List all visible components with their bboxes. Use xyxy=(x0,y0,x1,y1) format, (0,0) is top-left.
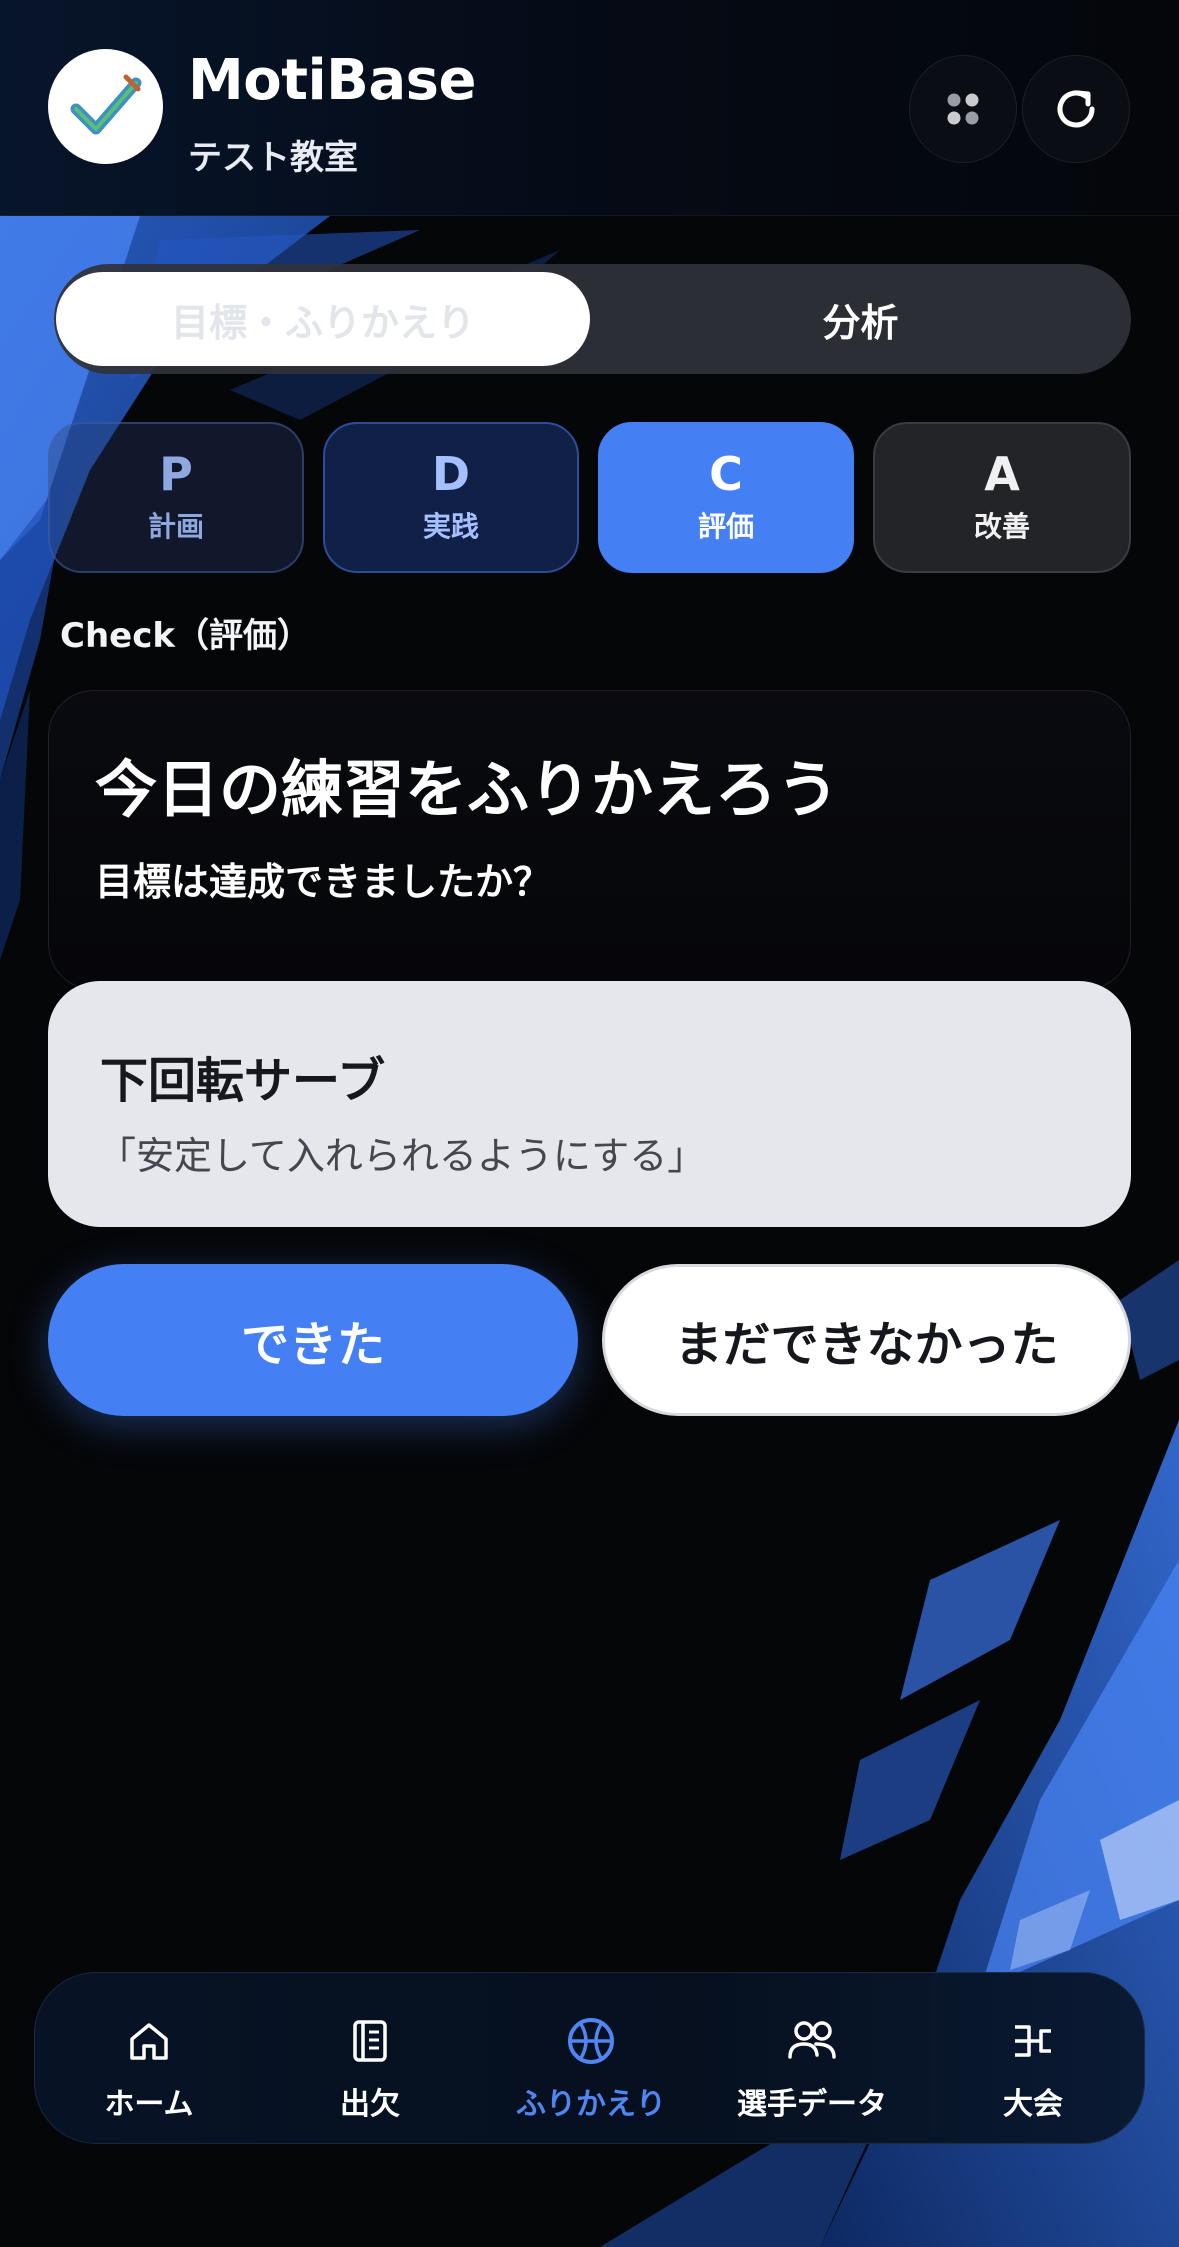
tab-analysis[interactable]: 分析 xyxy=(590,264,1131,374)
apps-grid-icon xyxy=(947,93,979,125)
goal-card: 下回転サーブ 「安定して入れられるようにする」 xyxy=(48,981,1131,1227)
pdca-step-check[interactable]: C 評価 xyxy=(598,422,854,573)
reflection-question-card: 今日の練習をふりかえろう 目標は達成できましたか？ xyxy=(48,690,1131,990)
bottom-navigation: ホーム 出欠 ふりかえり 選手データ 大会 xyxy=(34,1972,1145,2144)
pdca-step-plan[interactable]: P 計画 xyxy=(48,422,304,573)
nav-item-attendance[interactable]: 出欠 xyxy=(259,1973,481,2145)
nav-label: 大会 xyxy=(1003,2087,1063,2122)
not-achieved-button[interactable]: まだできなかった xyxy=(602,1264,1131,1416)
question-title: 今日の練習をふりかえろう xyxy=(95,753,840,826)
pdca-letter: C xyxy=(709,447,743,502)
users-icon xyxy=(786,2015,838,2067)
classroom-name: テスト教室 xyxy=(188,138,358,178)
nav-item-home[interactable]: ホーム xyxy=(38,1973,260,2145)
globe-icon xyxy=(565,2015,617,2067)
nav-item-player-data[interactable]: 選手データ xyxy=(701,1973,923,2145)
home-icon xyxy=(123,2015,175,2067)
mode-segmented-control: 目標・ふりかえり 分析 xyxy=(54,264,1131,374)
pdca-label: 改善 xyxy=(973,509,1030,543)
refresh-icon xyxy=(1057,90,1095,128)
nav-label: 出欠 xyxy=(340,2087,400,2122)
pdca-label: 実践 xyxy=(422,509,479,543)
pdca-step-do[interactable]: D 実践 xyxy=(323,422,579,573)
achieved-button[interactable]: できた xyxy=(48,1264,578,1416)
tab-goals-reflection[interactable]: 目標・ふりかえり xyxy=(56,272,590,366)
nav-item-tournament[interactable]: 大会 xyxy=(922,1973,1144,2145)
pdca-letter: A xyxy=(984,447,1020,502)
pdca-label: 評価 xyxy=(697,509,754,543)
nav-item-reflection[interactable]: ふりかえり xyxy=(480,1973,702,2145)
app-title: MotiBase xyxy=(188,48,476,113)
section-label: Check（評価） xyxy=(60,616,311,656)
notebook-icon xyxy=(344,2015,396,2067)
question-subtitle: 目標は達成できましたか？ xyxy=(95,860,552,904)
goal-title: 下回転サーブ xyxy=(100,1053,386,1109)
goal-description: 「安定して入れられるようにする」 xyxy=(98,1134,706,1178)
checkmark-logo-icon xyxy=(48,49,163,164)
apps-menu-button[interactable] xyxy=(909,55,1017,163)
pdca-label: 計画 xyxy=(147,509,204,543)
bracket-icon xyxy=(1007,2015,1059,2067)
refresh-button[interactable] xyxy=(1022,55,1130,163)
pdca-letter: P xyxy=(159,447,193,502)
nav-label: ふりかえり xyxy=(516,2087,666,2122)
pdca-step-act[interactable]: A 改善 xyxy=(873,422,1131,573)
nav-label: 選手データ xyxy=(737,2087,887,2122)
app-header: MotiBase テスト教室 xyxy=(0,0,1179,216)
nav-label: ホーム xyxy=(104,2087,194,2122)
pdca-letter: D xyxy=(431,447,471,502)
